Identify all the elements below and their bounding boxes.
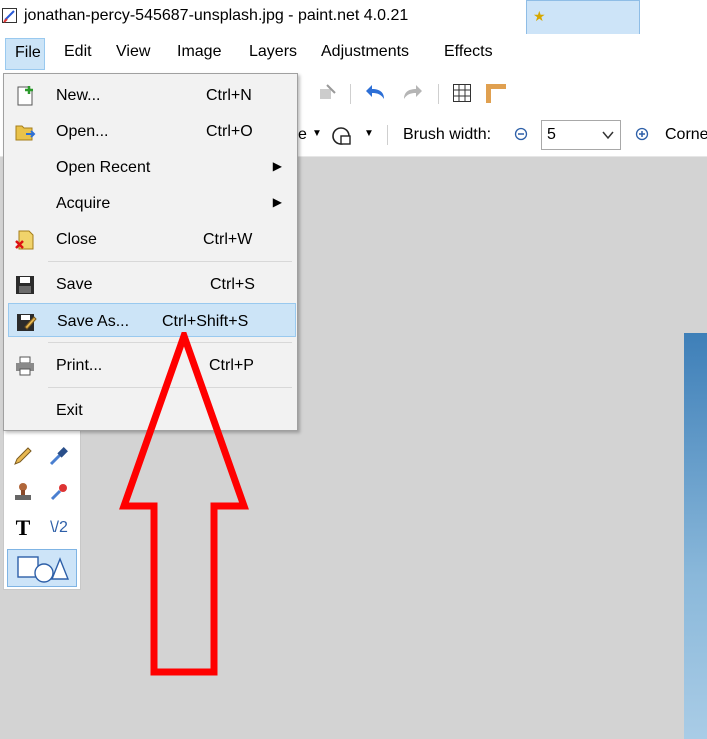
menu-item-label: Open... [56, 123, 109, 140]
new-document-icon [17, 86, 33, 106]
decrease-brush-width-icon[interactable] [514, 127, 528, 141]
toolbar-separator [350, 84, 351, 104]
brush-width-label: Brush width: [403, 126, 492, 143]
brush-width-combobox[interactable]: 5 [541, 120, 621, 150]
menu-file[interactable]: File [5, 38, 45, 70]
redo-icon[interactable] [400, 83, 424, 103]
corner-type-label: Corne [665, 126, 707, 143]
toolbar-separator [438, 84, 439, 104]
menu-item-label: Close [56, 231, 97, 248]
menu-item-label: Exit [56, 402, 83, 419]
menu-effects[interactable]: Effects [444, 43, 493, 61]
undo-icon[interactable] [364, 83, 388, 103]
menu-item-label: Acquire [56, 195, 111, 212]
floppy-disk-icon [16, 276, 34, 294]
shapes-tool[interactable] [7, 549, 77, 587]
menu-item-open-recent[interactable]: Open Recent ▶ [8, 150, 296, 184]
toolbar-separator [387, 125, 388, 145]
menu-item-shortcut: Ctrl+O [206, 123, 253, 140]
submenu-arrow-icon: ▶ [272, 195, 282, 209]
menu-item-shortcut: Ctrl+Shift+S [162, 313, 249, 330]
shapes-tool-icon [17, 556, 70, 583]
menu-view[interactable]: View [116, 43, 150, 61]
fill-dropdown-arrow-icon[interactable]: ▼ [312, 128, 322, 139]
submenu-arrow-icon: ▶ [272, 159, 282, 173]
crop-to-selection-icon[interactable] [317, 83, 337, 103]
menu-item-label: Print... [56, 357, 103, 374]
printer-icon [16, 356, 34, 376]
color-picker-tool-icon[interactable] [45, 442, 73, 470]
menu-item-label: New... [56, 87, 101, 104]
menu-item-save[interactable]: Save Ctrl+S [8, 267, 296, 301]
menu-file-label: File [15, 44, 41, 61]
menu-item-label: Save As... [57, 313, 130, 330]
menu-item-acquire[interactable]: Acquire ▶ [8, 186, 296, 220]
menu-item-close[interactable]: Close Ctrl+W [8, 222, 296, 256]
brush-width-value: 5 [547, 126, 556, 143]
menu-item-shortcut: Ctrl+W [203, 231, 253, 248]
menu-item-shortcut: Ctrl+S [210, 276, 255, 293]
canvas-image[interactable] [684, 333, 707, 739]
menu-image[interactable]: Image [177, 43, 221, 61]
window-title: jonathan-percy-545687-unsplash.jpg - pai… [24, 7, 409, 24]
menu-item-open[interactable]: Open... Ctrl+O [8, 114, 296, 148]
shape-type-dropdown-arrow-icon[interactable]: ▼ [364, 128, 374, 139]
increase-brush-width-icon[interactable] [635, 127, 649, 141]
menu-item-label: Save [56, 276, 93, 293]
grid-icon[interactable] [452, 83, 472, 103]
menu-adjustments[interactable]: Adjustments [321, 43, 409, 61]
menu-item-shortcut: Ctrl+N [206, 87, 252, 104]
pencil-tool-icon[interactable] [9, 442, 37, 470]
rulers-icon[interactable] [484, 82, 508, 104]
shape-draw-type-icon[interactable] [330, 124, 356, 148]
save-as-icon [17, 314, 37, 331]
menu-edit[interactable]: Edit [64, 43, 92, 61]
menu-item-label: Open Recent [56, 159, 151, 176]
paintnet-app-icon [2, 8, 17, 23]
annotation-arrow [119, 332, 249, 676]
clone-stamp-tool-icon[interactable] [9, 478, 37, 506]
open-folder-icon [15, 125, 36, 141]
chevron-down-icon[interactable] [602, 130, 614, 140]
recolor-tool-icon[interactable] [45, 478, 73, 506]
menu-layers[interactable]: Layers [249, 43, 297, 61]
text-tool-icon[interactable]: T [9, 514, 37, 542]
close-document-icon [15, 230, 34, 250]
star-icon[interactable]: ★ [533, 8, 546, 25]
line-curve-tool-icon[interactable]: \/2 [45, 514, 73, 542]
fill-mode-label: e [298, 126, 307, 143]
menu-item-new[interactable]: New... Ctrl+N [8, 78, 296, 112]
menu-separator [48, 261, 292, 262]
